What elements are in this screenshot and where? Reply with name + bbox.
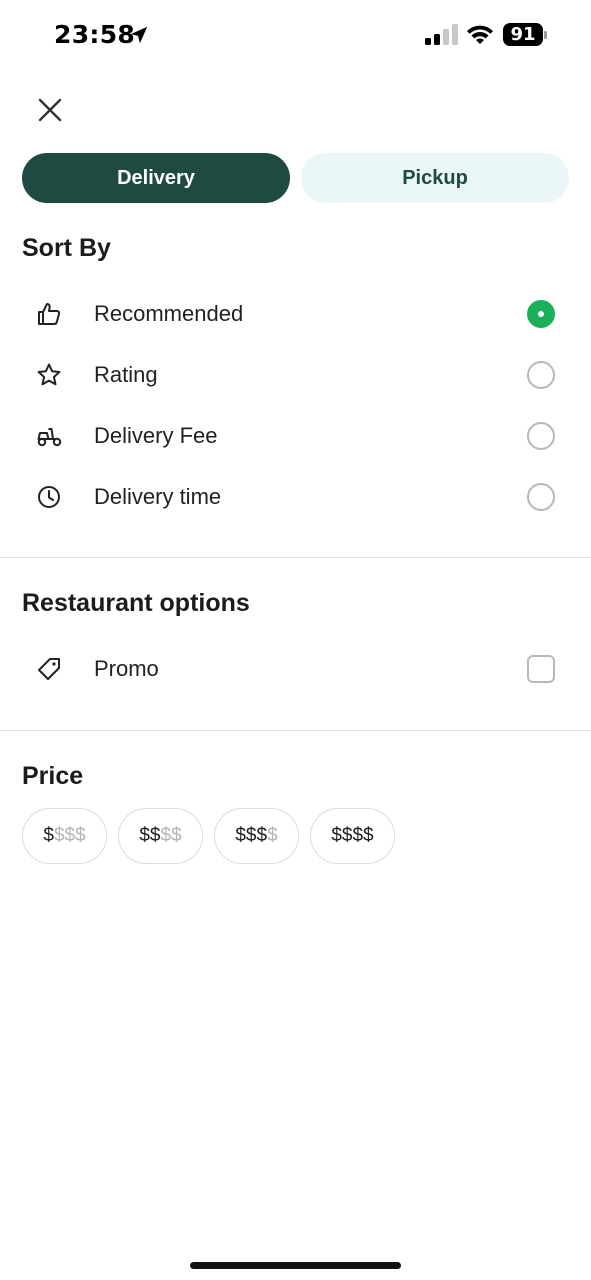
restaurant-option-promo[interactable]: Promo [0, 639, 591, 699]
price-chip-active-text: $$$$ [331, 825, 374, 846]
price-chip-2[interactable]: $$ $$ [118, 808, 203, 864]
price-chip-active-text: $$ [139, 825, 161, 846]
radio-unselected[interactable] [527, 422, 555, 450]
sort-option-label: Recommended [94, 301, 244, 326]
restaurant-options-title: Restaurant options [22, 589, 250, 617]
section-divider [0, 730, 591, 731]
wifi-icon [467, 25, 493, 44]
radio-unselected[interactable] [527, 361, 555, 389]
delivery-tab[interactable]: Delivery [22, 153, 290, 203]
radio-selected[interactable] [527, 300, 555, 328]
cellular-signal-icon [425, 24, 458, 45]
sort-option-label: Delivery Fee [94, 423, 218, 448]
thumbs-up-icon [38, 303, 61, 325]
sort-option-delivery-fee[interactable]: Delivery Fee [0, 406, 591, 466]
sort-option-delivery-time[interactable]: Delivery time [0, 467, 591, 527]
location-arrow-icon [130, 26, 148, 44]
price-chip-1[interactable]: $ $$$ [22, 808, 107, 864]
close-icon [38, 98, 62, 122]
scooter-icon [37, 428, 62, 447]
section-divider [0, 557, 591, 558]
price-chip-muted-text: $$$ [53, 825, 86, 846]
sort-option-label: Delivery time [94, 484, 222, 509]
battery-level: 91 [510, 24, 536, 45]
sort-option-label: Rating [94, 362, 158, 387]
price-title: Price [22, 762, 84, 790]
home-indicator[interactable] [190, 1262, 401, 1269]
close-button[interactable] [34, 94, 66, 126]
promo-checkbox[interactable] [527, 655, 555, 683]
clock-time: 23:58 [54, 20, 136, 49]
sort-option-recommended[interactable]: Recommended [0, 284, 591, 344]
sort-option-rating[interactable]: Rating [0, 345, 591, 405]
pickup-tab[interactable]: Pickup [301, 153, 569, 203]
sort-by-title: Sort By [22, 234, 111, 262]
filter-sheet: 23:58 91 Delivery Pickup Sort By Recomme… [0, 0, 591, 1280]
price-chip-4[interactable]: $$$$ [310, 808, 395, 864]
price-chip-3[interactable]: $$$ $ [214, 808, 299, 864]
tag-icon [38, 658, 60, 680]
battery-body: 91 [503, 23, 543, 46]
price-chip-active-text: $ [43, 825, 54, 846]
status-bar: 23:58 91 [0, 0, 591, 72]
price-chip-active-text: $$$ [235, 825, 268, 846]
restaurant-option-label: Promo [94, 656, 159, 681]
delivery-mode-toggle: Delivery Pickup [22, 153, 569, 203]
star-icon [37, 363, 61, 386]
price-chip-muted-text: $ [267, 825, 278, 846]
clock-icon [38, 486, 60, 508]
battery-cap [544, 31, 547, 39]
radio-unselected[interactable] [527, 483, 555, 511]
price-chip-muted-text: $$ [160, 825, 182, 846]
battery-indicator: 91 [503, 23, 547, 47]
